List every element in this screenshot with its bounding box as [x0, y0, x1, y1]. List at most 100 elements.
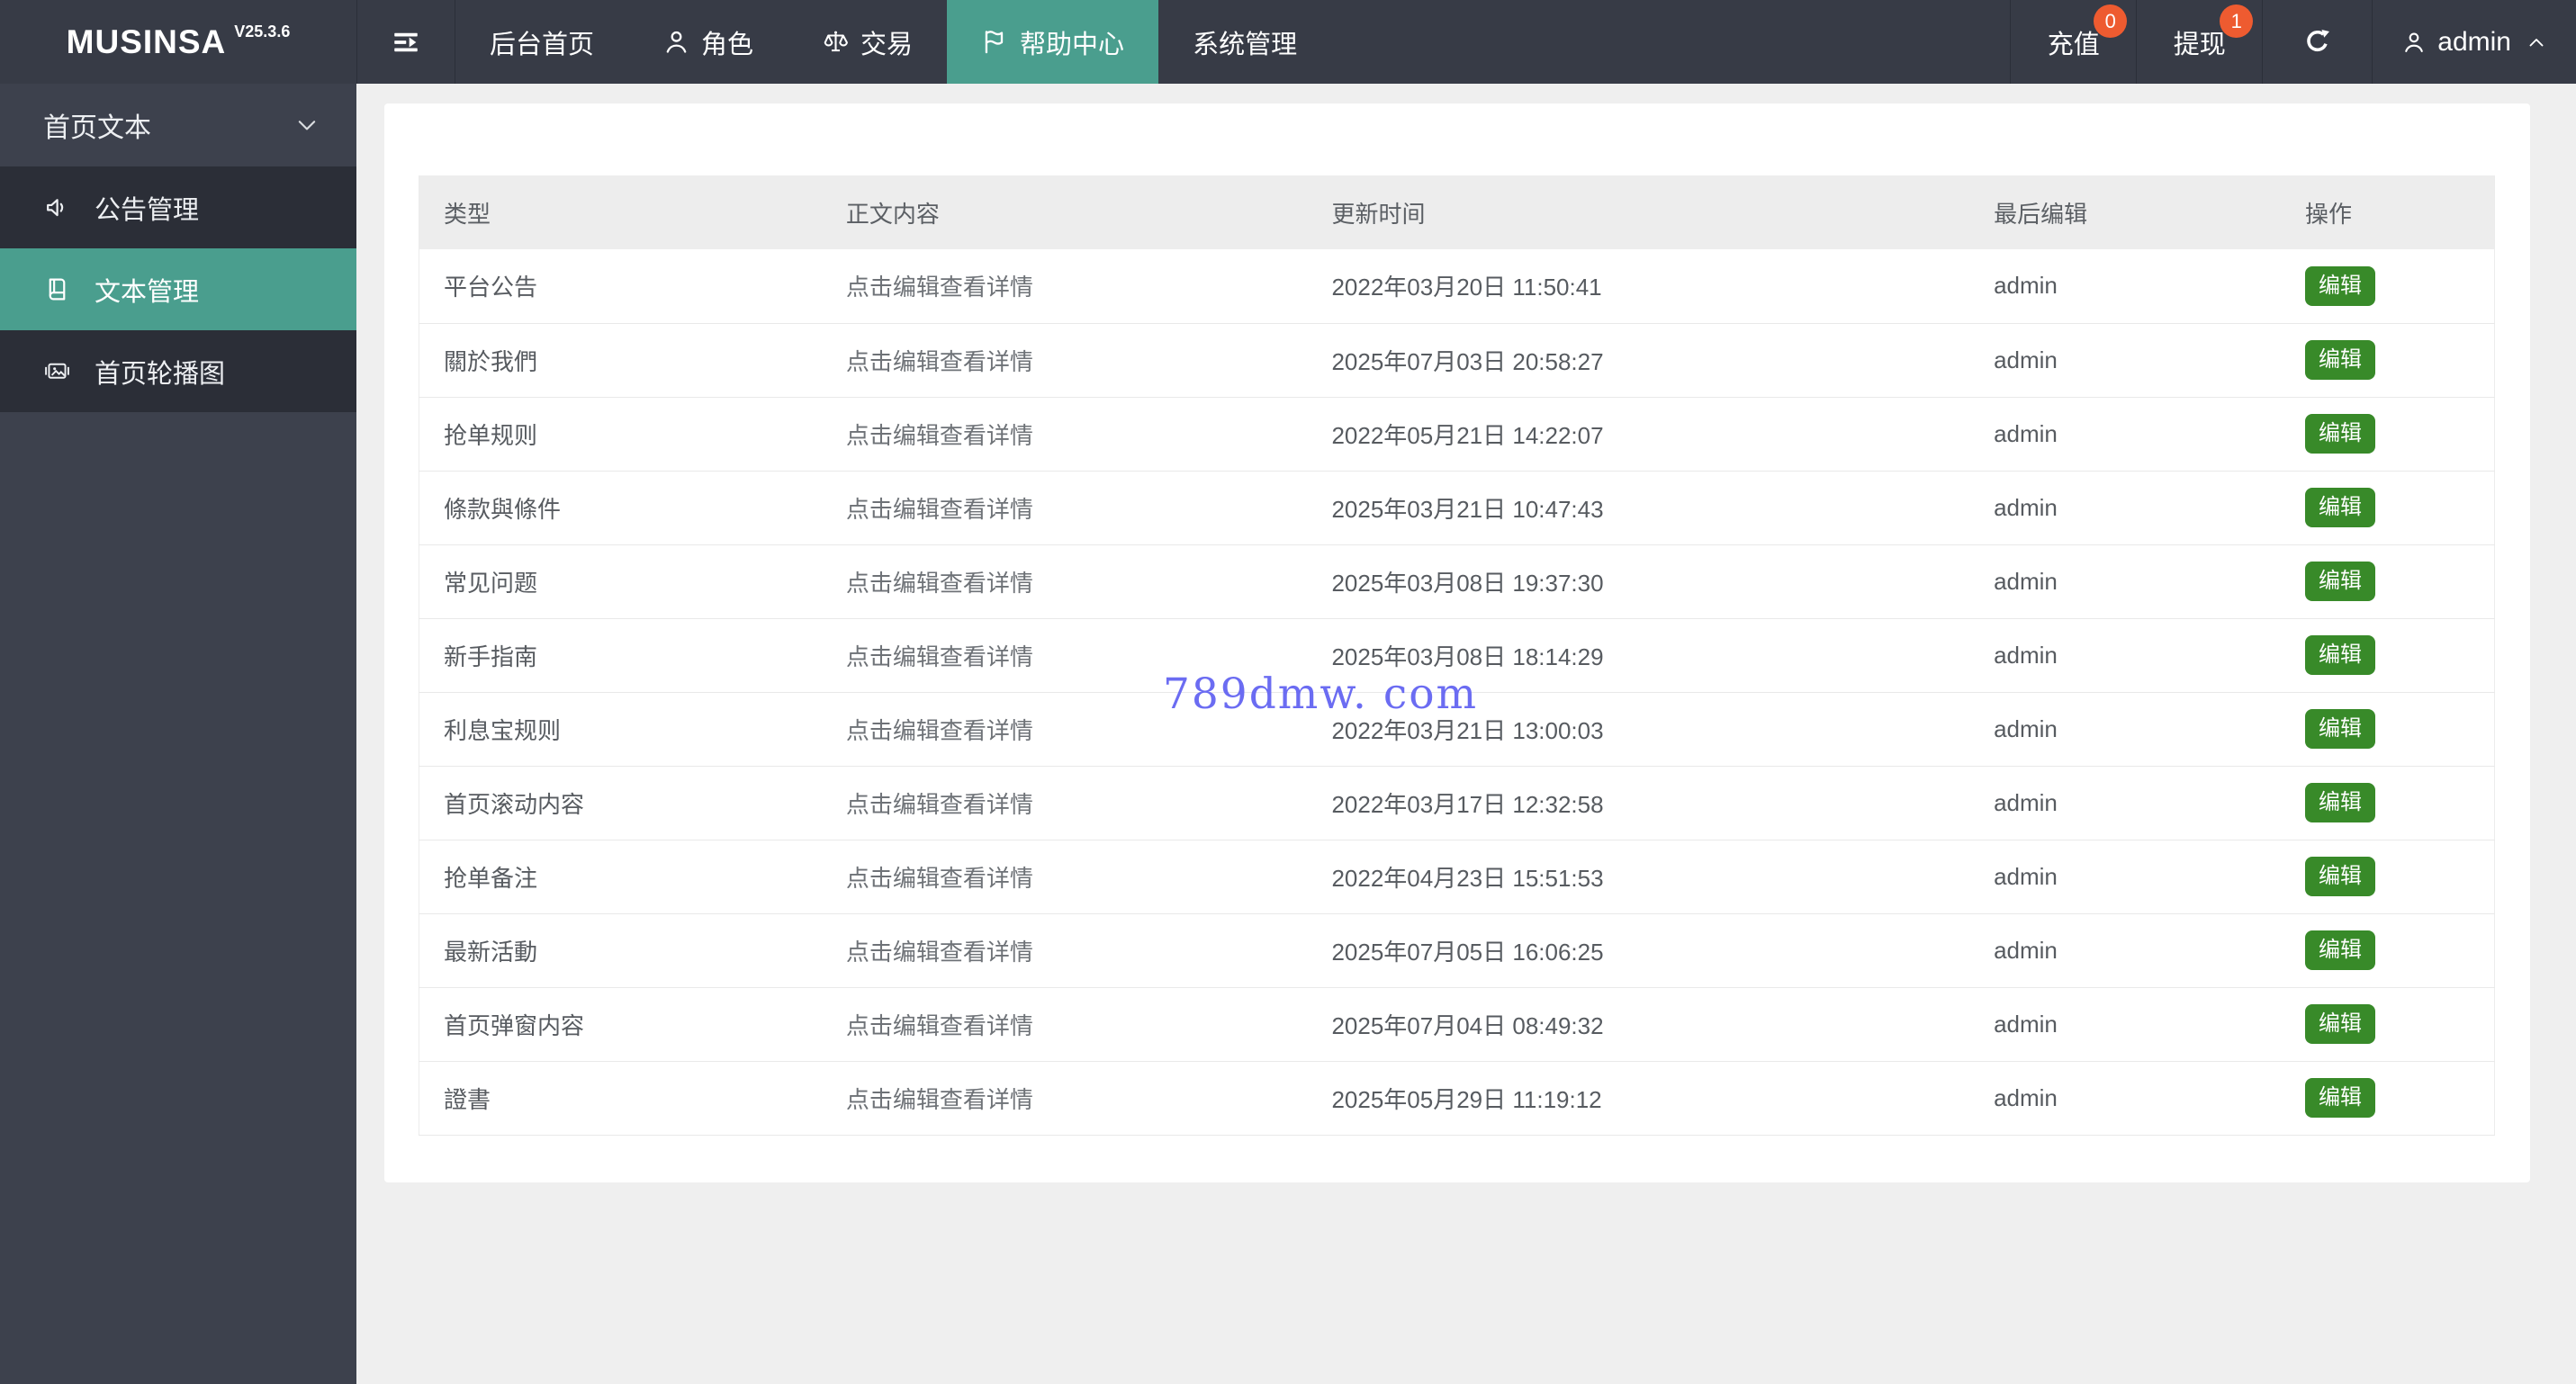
- cell-updated: 2025年07月04日 08:49:32: [1307, 987, 1970, 1062]
- speaker-icon: [43, 193, 71, 221]
- edit-button[interactable]: 编辑: [2304, 1004, 2375, 1044]
- refresh-button[interactable]: [2262, 0, 2372, 84]
- cell-type: 新手指南: [419, 618, 822, 693]
- nav-item-help-center[interactable]: 帮助中心: [947, 0, 1159, 84]
- recharge-count-badge: 0: [2094, 4, 2128, 38]
- cell-content: 点击编辑查看详情: [821, 544, 1308, 619]
- cell-content: 点击编辑查看详情: [821, 840, 1308, 914]
- app-logo[interactable]: MUSINSA V25.3.6: [0, 0, 356, 84]
- withdraw-nav-item[interactable]: 提现 1: [2136, 0, 2262, 84]
- recharge-nav-item[interactable]: 充值 0: [2010, 0, 2136, 84]
- table-row: 證書 点击编辑查看详情 2025年05月29日 11:19:12 admin 编…: [419, 1061, 2495, 1136]
- cell-updated: 2025年03月08日 19:37:30: [1307, 544, 1970, 619]
- cell-content: 点击编辑查看详情: [821, 323, 1308, 398]
- edit-button[interactable]: 编辑: [2304, 340, 2375, 380]
- cell-updated: 2022年03月17日 12:32:58: [1307, 766, 1970, 840]
- main-nav: 后台首页 角色 交易 帮助中心 系统管理: [455, 0, 1331, 84]
- cell-actions: 编辑: [2280, 840, 2495, 914]
- text-management-table: 类型 正文内容 更新时间 最后编辑 操作 平台公告 点击编辑查看详情 2022年…: [419, 175, 2495, 1136]
- cell-type: 首页弹窗内容: [419, 987, 822, 1062]
- table-row: 首页滚动内容 点击编辑查看详情 2022年03月17日 12:32:58 adm…: [419, 766, 2495, 840]
- edit-button[interactable]: 编辑: [2304, 635, 2375, 675]
- cell-actions: 编辑: [2280, 544, 2495, 619]
- main-content: 类型 正文内容 更新时间 最后编辑 操作 平台公告 点击编辑查看详情 2022年…: [356, 84, 2576, 1384]
- nav-item-roles[interactable]: 角色: [628, 0, 788, 84]
- cell-content: 点击编辑查看详情: [821, 692, 1308, 767]
- sidebar: 首页文本 公告管理 文本管理 首页轮播图: [0, 84, 356, 1384]
- cell-type: 最新活動: [419, 913, 822, 988]
- edit-button[interactable]: 编辑: [2304, 265, 2375, 306]
- cell-actions: 编辑: [2280, 987, 2495, 1062]
- cell-actions: 编辑: [2280, 323, 2495, 398]
- cell-updated: 2025年07月03日 20:58:27: [1307, 323, 1970, 398]
- column-header-content: 正文内容: [821, 175, 1308, 249]
- cell-content: 点击编辑查看详情: [821, 987, 1308, 1062]
- cell-editor: admin: [1969, 840, 2281, 914]
- cell-actions: 编辑: [2280, 249, 2495, 324]
- sidebar-section-toggle[interactable]: 首页文本: [0, 84, 356, 166]
- table-header: 类型 正文内容 更新时间 最后编辑 操作: [419, 175, 2495, 249]
- edit-button[interactable]: 编辑: [2304, 562, 2375, 601]
- menu-fold-icon: [391, 27, 421, 58]
- cell-editor: admin: [1969, 913, 2281, 988]
- refresh-icon: [2302, 27, 2332, 57]
- nav-item-system[interactable]: 系统管理: [1158, 0, 1331, 84]
- chevron-up-icon: [2526, 31, 2547, 53]
- edit-button[interactable]: 编辑: [2304, 783, 2375, 822]
- edit-button[interactable]: 编辑: [2304, 1078, 2375, 1118]
- cell-editor: admin: [1969, 692, 2281, 767]
- table-row: 首页弹窗内容 点击编辑查看详情 2025年07月04日 08:49:32 adm…: [419, 987, 2495, 1062]
- edit-button[interactable]: 编辑: [2304, 488, 2375, 527]
- cell-updated: 2022年03月21日 13:00:03: [1307, 692, 1970, 767]
- cell-actions: 编辑: [2280, 397, 2495, 472]
- cell-actions: 编辑: [2280, 471, 2495, 545]
- cell-editor: admin: [1969, 397, 2281, 472]
- table-row: 條款與條件 点击编辑查看详情 2025年03月21日 10:47:43 admi…: [419, 471, 2495, 545]
- cell-actions: 编辑: [2280, 766, 2495, 840]
- image-icon: [43, 357, 71, 385]
- cell-updated: 2022年03月20日 11:50:41: [1307, 249, 1970, 324]
- sidebar-item-text-management[interactable]: 文本管理: [0, 248, 356, 330]
- cell-type: 平台公告: [419, 249, 822, 324]
- sidebar-toggle-button[interactable]: [356, 0, 455, 84]
- sidebar-section-title: 首页文本: [43, 113, 151, 143]
- cell-content: 点击编辑查看详情: [821, 618, 1308, 693]
- cell-content: 点击编辑查看详情: [821, 471, 1308, 545]
- cell-type: 抢单规则: [419, 397, 822, 472]
- cell-updated: 2025年03月21日 10:47:43: [1307, 471, 1970, 545]
- table-body: 平台公告 点击编辑查看详情 2022年03月20日 11:50:41 admin…: [419, 249, 2495, 1136]
- cell-actions: 编辑: [2280, 692, 2495, 767]
- table-row: 關於我們 点击编辑查看详情 2025年07月03日 20:58:27 admin…: [419, 323, 2495, 398]
- edit-button[interactable]: 编辑: [2304, 709, 2375, 749]
- cell-updated: 2022年04月23日 15:51:53: [1307, 840, 1970, 914]
- cell-type: 利息宝规则: [419, 692, 822, 767]
- admin-page: MUSINSA V25.3.6 后台首页 角色 交易 帮助中心 系统管理 充值 …: [0, 0, 2576, 1384]
- nav-item-dashboard[interactable]: 后台首页: [455, 0, 628, 84]
- column-header-actions: 操作: [2280, 175, 2495, 249]
- edit-button[interactable]: 编辑: [2304, 930, 2375, 970]
- table-row: 抢单备注 点击编辑查看详情 2022年04月23日 15:51:53 admin…: [419, 840, 2495, 914]
- cell-editor: admin: [1969, 987, 2281, 1062]
- edit-button[interactable]: 编辑: [2304, 414, 2375, 454]
- nav-item-trade[interactable]: 交易: [788, 0, 947, 84]
- cell-updated: 2025年03月08日 18:14:29: [1307, 618, 1970, 693]
- sidebar-item-announcement-management[interactable]: 公告管理: [0, 166, 356, 248]
- cell-updated: 2025年07月05日 16:06:25: [1307, 913, 1970, 988]
- scales-icon: [822, 28, 850, 56]
- topbar-actions: 充值 0 提现 1 admin: [2010, 0, 2576, 84]
- cell-content: 点击编辑查看详情: [821, 913, 1308, 988]
- cell-type: 常见问题: [419, 544, 822, 619]
- cell-type: 抢单备注: [419, 840, 822, 914]
- cell-actions: 编辑: [2280, 618, 2495, 693]
- chevron-down-icon: [293, 112, 320, 139]
- user-menu[interactable]: admin: [2372, 0, 2576, 84]
- book-icon: [43, 275, 71, 303]
- cell-editor: admin: [1969, 544, 2281, 619]
- column-header-updated: 更新时间: [1307, 175, 1970, 249]
- table-row: 最新活動 点击编辑查看详情 2025年07月05日 16:06:25 admin…: [419, 913, 2495, 988]
- table-row: 新手指南 点击编辑查看详情 2025年03月08日 18:14:29 admin…: [419, 618, 2495, 693]
- sidebar-item-home-carousel[interactable]: 首页轮播图: [0, 330, 356, 412]
- cell-editor: admin: [1969, 1061, 2281, 1136]
- content-card: 类型 正文内容 更新时间 最后编辑 操作 平台公告 点击编辑查看详情 2022年…: [384, 103, 2530, 1182]
- edit-button[interactable]: 编辑: [2304, 857, 2375, 896]
